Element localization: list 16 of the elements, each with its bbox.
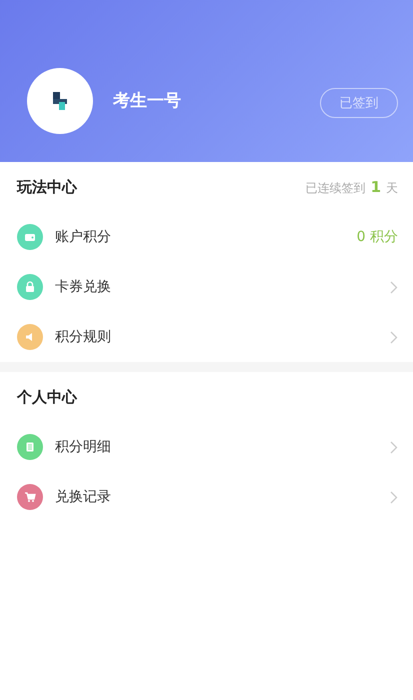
section-title: 个人中心 xyxy=(17,388,77,406)
menu-item-label[interactable]: 兑换记录 xyxy=(55,488,390,506)
menu-item-label[interactable]: 账户积分 xyxy=(55,228,357,246)
menu-item-label[interactable]: 积分明细 xyxy=(55,438,390,456)
streak-count: 1 xyxy=(370,178,381,196)
user-name: 考生一号 xyxy=(113,90,182,112)
chevron-icon xyxy=(390,330,398,344)
streak-label: 已连续签到 xyxy=(306,180,366,196)
chevron-icon xyxy=(390,280,398,294)
menu-item-label[interactable]: 卡券兑换 xyxy=(55,278,390,296)
streak-unit: 天 xyxy=(386,180,398,196)
points-value: 0 积分 xyxy=(356,228,398,246)
chevron-icon xyxy=(390,440,398,454)
menu-item-label[interactable]: 积分规则 xyxy=(55,328,390,346)
section-title: 玩法中心 xyxy=(17,178,77,196)
chevron-icon xyxy=(390,490,398,504)
